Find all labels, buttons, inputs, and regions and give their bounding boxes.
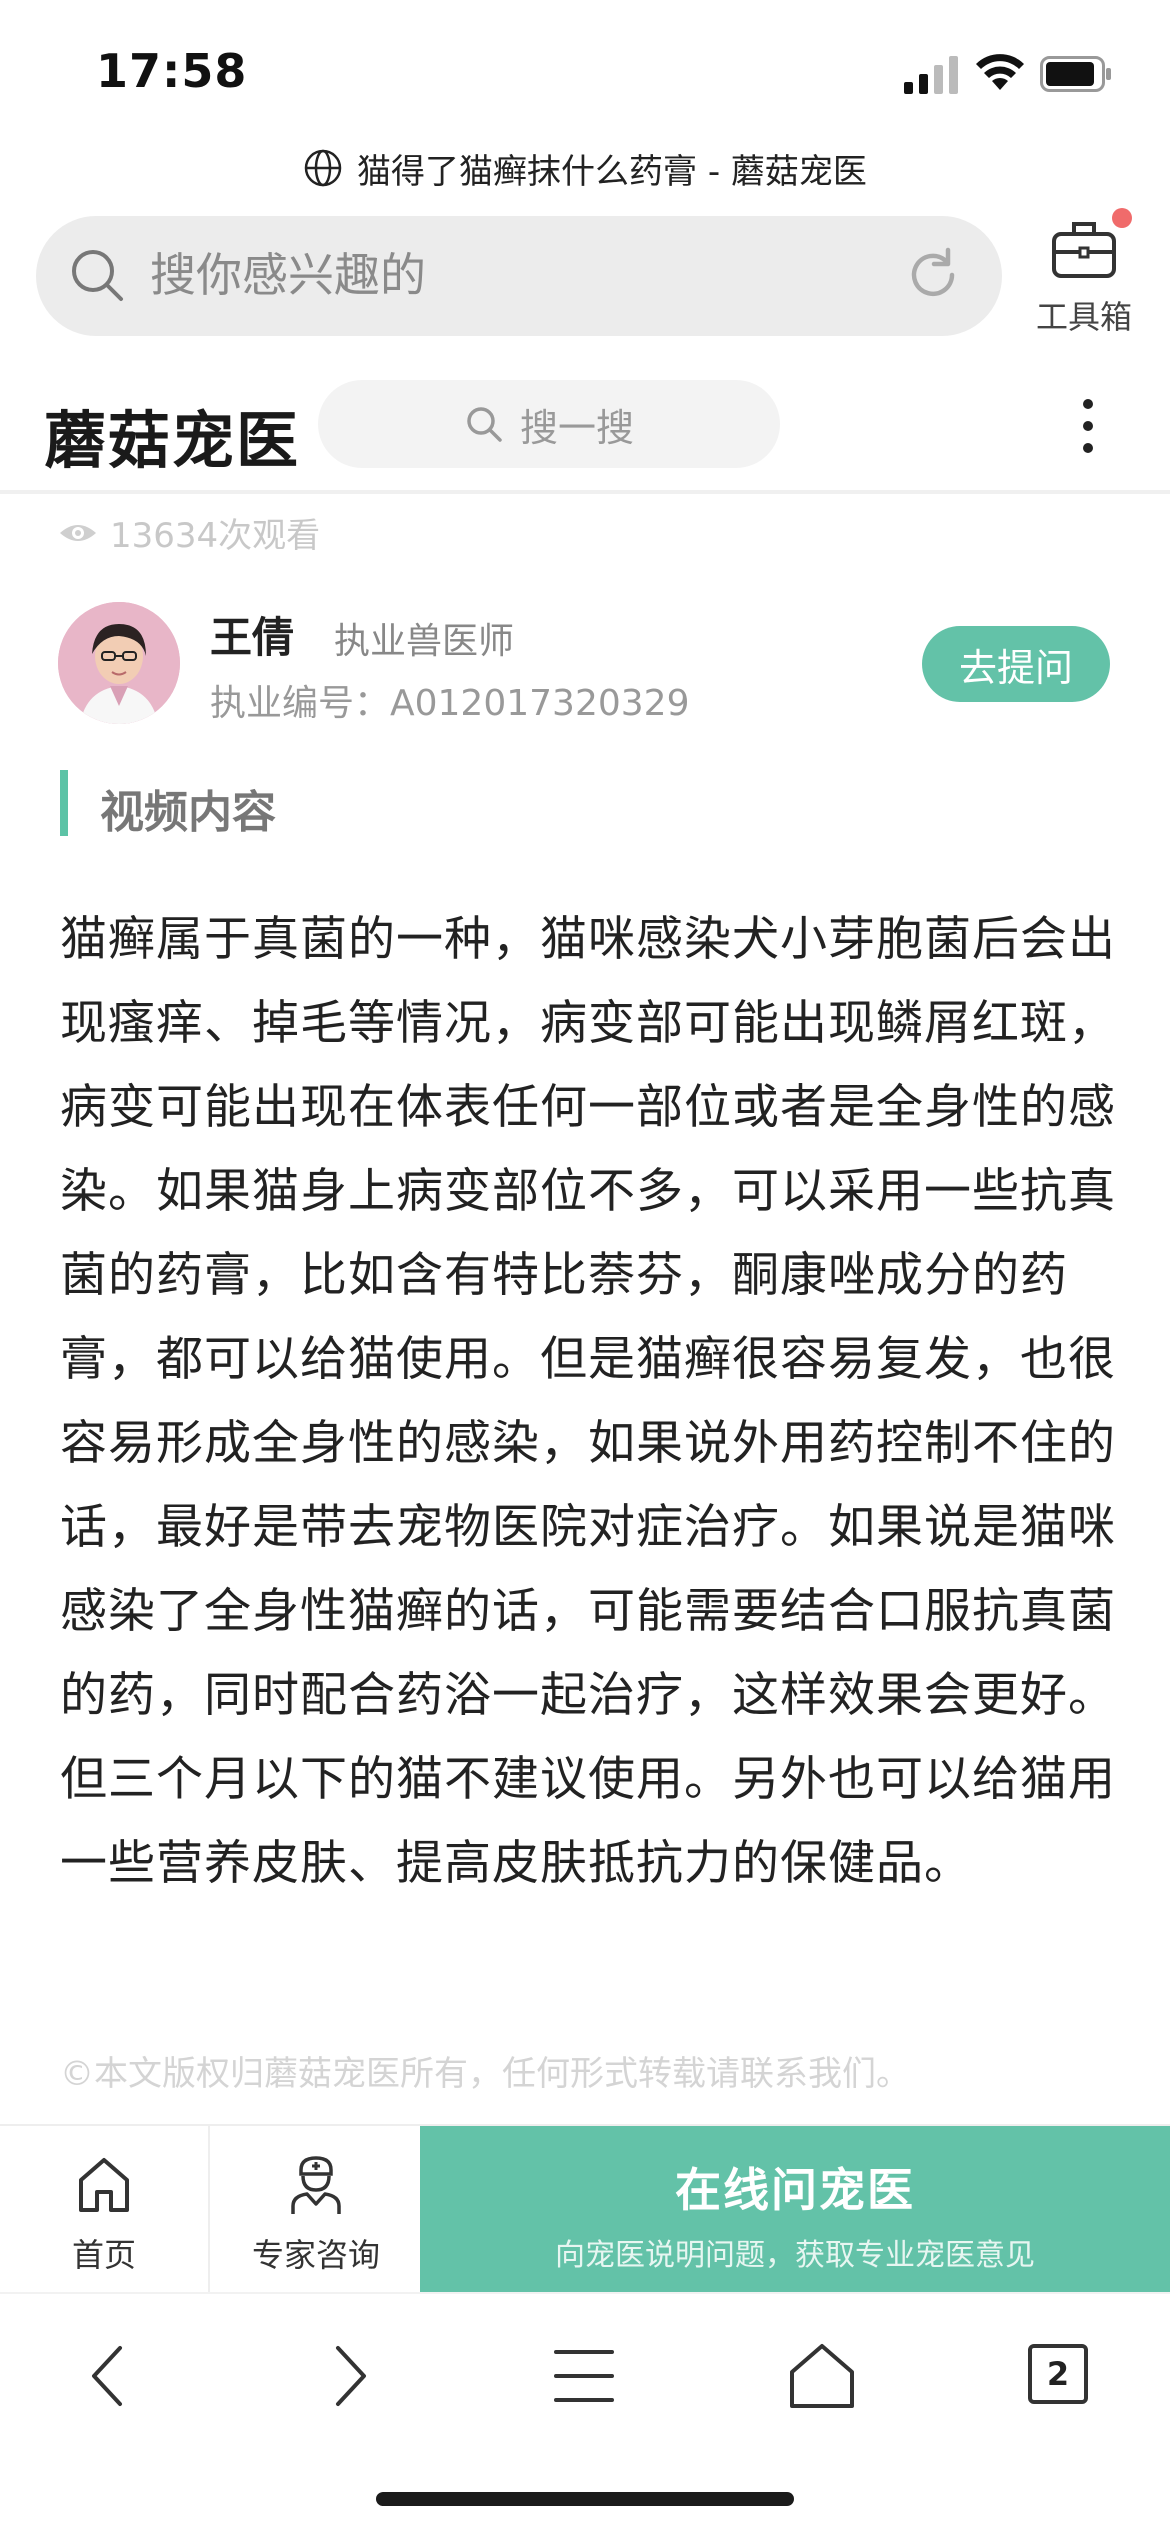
home-indicator[interactable] bbox=[376, 2492, 794, 2506]
home-icon bbox=[79, 2158, 129, 2212]
home-tab[interactable]: 首页 bbox=[0, 2126, 210, 2292]
toolbox-label: 工具箱 bbox=[1035, 298, 1132, 336]
expert-consult-tab[interactable]: 专家咨询 bbox=[212, 2126, 420, 2292]
browser-search-placeholder: 搜你感兴趣的 bbox=[150, 248, 426, 302]
doctor-name: 王倩 bbox=[210, 613, 295, 662]
battery-icon bbox=[1040, 56, 1111, 92]
expert-consult-label: 专家咨询 bbox=[251, 2236, 380, 2274]
view-count-text: 13634次观看 bbox=[110, 516, 321, 556]
cta-title: 在线问宠医 bbox=[675, 2163, 915, 2217]
wifi-icon bbox=[976, 54, 1024, 90]
header-divider bbox=[0, 490, 1170, 494]
section-title: 视频内容 bbox=[100, 787, 276, 838]
doctor-title: 执业兽医师 bbox=[334, 621, 515, 662]
cellular-signal-icon bbox=[904, 56, 958, 94]
toolbox-icon bbox=[1052, 222, 1116, 278]
eye-icon bbox=[60, 524, 96, 541]
globe-icon bbox=[304, 149, 342, 187]
search-icon bbox=[467, 407, 502, 442]
status-time: 17:58 bbox=[96, 44, 248, 98]
doctor-icon bbox=[291, 2156, 341, 2214]
site-logo[interactable]: 蘑菇宠医 bbox=[44, 390, 300, 480]
ask-question-button[interactable]: 去提问 bbox=[922, 626, 1110, 702]
search-icon bbox=[72, 250, 123, 301]
page-title: 猫得了猫癣抹什么药膏 - 蘑菇宠医 bbox=[357, 151, 867, 192]
article-body: 猫癣属于真菌的一种，猫咪感染犬小芽胞菌后会出现瘙痒、掉毛等情况，病变部可能出现鳞… bbox=[60, 912, 1116, 1891]
tab-count-button[interactable]: 2 bbox=[1028, 2344, 1088, 2404]
online-consult-button[interactable]: 在线问宠医 向宠医说明问题，获取专业宠医意见 bbox=[420, 2126, 1170, 2292]
copyright-notice: ©本文版权归蘑菇宠医所有，任何形式转载请联系我们。 bbox=[60, 2054, 910, 2094]
view-count: 13634次观看 bbox=[58, 508, 320, 557]
menu-icon[interactable] bbox=[546, 2338, 622, 2414]
site-search-bar[interactable]: 搜一搜 bbox=[318, 380, 780, 468]
back-icon[interactable] bbox=[72, 2338, 148, 2414]
doctor-avatar[interactable] bbox=[58, 602, 180, 724]
browser-url-bar[interactable]: 猫得了猫癣抹什么药膏 - 蘑菇宠医 bbox=[0, 140, 1170, 196]
notification-dot bbox=[1112, 208, 1132, 228]
section-accent-bar bbox=[60, 770, 68, 836]
site-search-placeholder: 搜一搜 bbox=[519, 405, 634, 450]
cta-subtitle: 向宠医说明问题，获取专业宠医意见 bbox=[555, 2238, 1035, 2273]
forward-icon[interactable] bbox=[310, 2338, 386, 2414]
reload-icon[interactable] bbox=[902, 244, 964, 306]
avatar-image bbox=[58, 602, 180, 724]
more-menu-icon[interactable] bbox=[1074, 398, 1102, 454]
home-tab-label: 首页 bbox=[71, 2236, 136, 2274]
doctor-license: 执业编号：A012017320329 bbox=[210, 683, 690, 724]
home-icon[interactable] bbox=[784, 2338, 860, 2414]
